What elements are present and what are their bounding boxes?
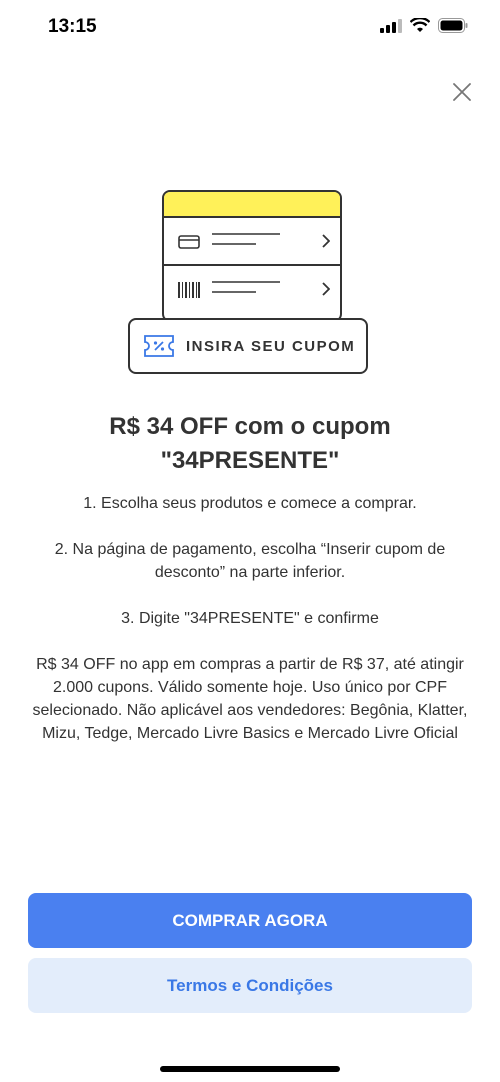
signal-icon	[380, 18, 402, 33]
wifi-icon	[410, 18, 430, 32]
checkout-card-illustration	[162, 190, 342, 322]
payment-row-illustration	[164, 216, 340, 266]
text-lines-placeholder	[212, 281, 280, 293]
card-header-bar	[164, 192, 340, 216]
coupon-label: INSIRA SEU CUPOM	[186, 337, 356, 355]
status-bar: 13:15	[0, 0, 500, 56]
instructions: 1. Escolha seus produtos e comece a comp…	[30, 492, 470, 768]
home-indicator	[160, 1066, 340, 1072]
coupon-illustration: INSIRA SEU CUPOM	[128, 190, 372, 380]
step-3: 3. Digite "34PRESENTE" e confirme	[121, 610, 379, 627]
barcode-row-illustration	[164, 264, 340, 314]
terms-text: R$ 34 OFF no app em compras a partir de …	[32, 656, 468, 742]
battery-icon	[438, 18, 468, 33]
status-icons	[380, 18, 468, 33]
step-2: 2. Na página de pagamento, escolha “Inse…	[54, 541, 446, 581]
step-1: 1. Escolha seus produtos e comece a comp…	[83, 495, 417, 512]
close-icon	[453, 83, 471, 101]
close-button[interactable]	[448, 78, 476, 106]
barcode-icon	[178, 282, 200, 298]
buy-now-button[interactable]: COMPRAR AGORA	[28, 893, 472, 948]
text-lines-placeholder	[212, 233, 280, 245]
credit-card-icon	[178, 235, 200, 249]
status-time: 13:15	[48, 16, 97, 37]
page-title: R$ 34 OFF com o cupom "34PRESENTE"	[109, 413, 391, 474]
chevron-right-icon	[322, 234, 330, 248]
coupon-input-illustration: INSIRA SEU CUPOM	[128, 318, 368, 374]
terms-button[interactable]: Termos e Condições	[28, 958, 472, 1013]
coupon-ticket-icon	[144, 335, 174, 357]
chevron-right-icon	[322, 282, 330, 296]
